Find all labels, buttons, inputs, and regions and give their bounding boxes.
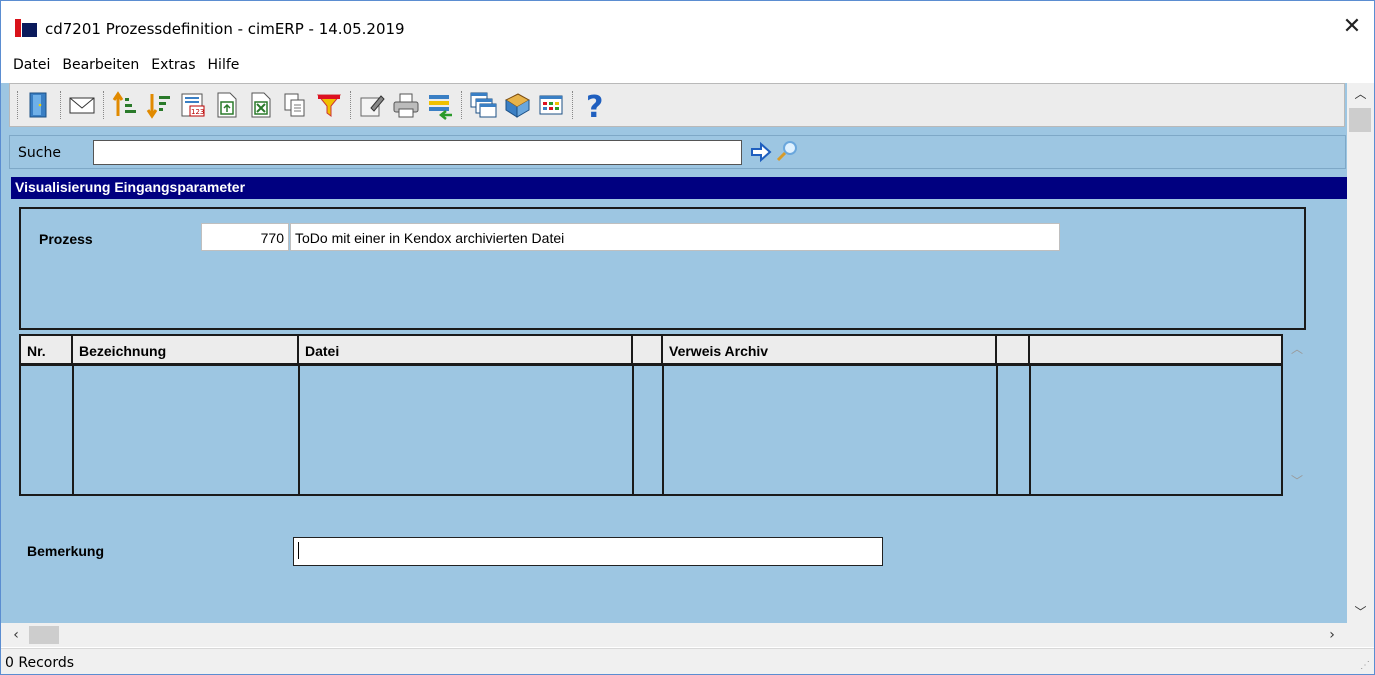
process-frame: Prozess 770 ToDo mit einer in Kendox arc… <box>19 207 1306 330</box>
column-blank-2[interactable] <box>997 336 1030 363</box>
search-input[interactable] <box>93 140 742 165</box>
scroll-up-icon[interactable]: ︿ <box>1347 83 1374 105</box>
remark-label: Bemerkung <box>27 543 105 559</box>
book-icon[interactable] <box>501 90 532 121</box>
process-label: Prozess <box>39 231 93 247</box>
envelope-icon[interactable] <box>66 90 97 121</box>
grid-view-icon[interactable] <box>535 90 566 121</box>
printer-icon[interactable] <box>390 90 421 121</box>
remark-input[interactable] <box>293 537 883 566</box>
scrollbar-corner <box>1347 623 1374 647</box>
horizontal-scrollbar[interactable]: ‹ › <box>1 623 1347 647</box>
sort-descending-icon[interactable] <box>143 90 174 121</box>
help-question-icon[interactable]: ? <box>578 90 609 121</box>
horizontal-scroll-thumb[interactable] <box>29 626 59 644</box>
menu-hilfe[interactable]: Hilfe <box>202 55 246 79</box>
toolbar-separator <box>350 91 353 119</box>
list-import-icon[interactable] <box>424 90 455 121</box>
title-bar: cd7201 Prozessdefinition - cimERP - 14.0… <box>1 1 1374 53</box>
app-logo-icon <box>15 19 37 37</box>
scroll-right-icon[interactable]: › <box>1321 623 1343 647</box>
grid-scrollbar[interactable]: ︿ ﹀ <box>1284 334 1310 496</box>
status-bar: 0 Records ⋰ <box>1 648 1374 674</box>
window-title: cd7201 Prozessdefinition - cimERP - 14.0… <box>45 20 405 38</box>
windows-cascade-icon[interactable] <box>467 90 498 121</box>
menu-datei[interactable]: Datei <box>1 55 56 79</box>
grid-column-divider <box>996 366 998 494</box>
exit-door-icon[interactable] <box>23 90 54 121</box>
menu-bar: Datei Bearbeiten Extras Hilfe <box>1 55 1374 79</box>
edit-form-icon[interactable] <box>356 90 387 121</box>
grid-column-divider <box>662 366 664 494</box>
excel-export-icon[interactable] <box>245 90 276 121</box>
grid-scroll-down-icon[interactable]: ﹀ <box>1286 470 1308 492</box>
resize-grip-icon[interactable]: ⋰ <box>1360 660 1372 672</box>
column-bezeichnung[interactable]: Bezeichnung <box>73 336 299 363</box>
column-verweis-archiv[interactable]: Verweis Archiv <box>663 336 997 363</box>
column-blank-1[interactable] <box>633 336 663 363</box>
menu-bearbeiten[interactable]: Bearbeiten <box>56 55 145 79</box>
column-datei[interactable]: Datei <box>299 336 633 363</box>
toolbar-separator <box>103 91 106 119</box>
toolbar-separator <box>60 91 63 119</box>
toolbar-grip[interactable] <box>17 91 20 119</box>
text-caret <box>298 542 299 560</box>
section-header: Visualisierung Eingangsparameter <box>11 177 1347 199</box>
sort-ascending-icon[interactable] <box>109 90 140 121</box>
process-id-field[interactable]: 770 <box>201 223 289 251</box>
grid-column-divider <box>72 366 74 494</box>
calendar-123-icon[interactable]: 123 <box>177 90 208 121</box>
record-count: 0 Records <box>5 655 75 671</box>
close-button[interactable]: ✕ <box>1338 13 1366 41</box>
filter-funnel-icon[interactable] <box>313 90 344 121</box>
export-document-icon[interactable] <box>211 90 242 121</box>
column-blank-3[interactable] <box>1030 336 1281 363</box>
grid-column-divider <box>298 366 300 494</box>
grid-column-divider <box>632 366 634 494</box>
svg-text:?: ? <box>586 90 603 120</box>
vertical-scroll-thumb[interactable] <box>1349 108 1371 132</box>
grid-header: Nr. Bezeichnung Datei Verweis Archiv <box>21 336 1281 366</box>
search-label: Suche <box>18 145 61 161</box>
grid-scroll-up-icon[interactable]: ︿ <box>1286 338 1308 360</box>
search-bar: Suche <box>9 135 1346 169</box>
main-area: 123 ? Suche Visualisierung Eingangsparam… <box>1 83 1347 623</box>
scroll-left-icon[interactable]: ‹ <box>5 623 27 647</box>
go-arrow-icon[interactable] <box>750 141 772 163</box>
svg-text:123: 123 <box>191 108 204 116</box>
parameter-grid: Nr. Bezeichnung Datei Verweis Archiv <box>19 334 1283 496</box>
process-description-field[interactable]: ToDo mit einer in Kendox archivierten Da… <box>290 223 1060 251</box>
toolbar-separator <box>572 91 575 119</box>
copy-documents-icon[interactable] <box>279 90 310 121</box>
scroll-down-icon[interactable]: ﹀ <box>1347 601 1374 623</box>
toolbar: 123 ? <box>9 83 1345 127</box>
toolbar-separator <box>461 91 464 119</box>
menu-extras[interactable]: Extras <box>145 55 201 79</box>
grid-column-divider <box>1029 366 1031 494</box>
column-nr[interactable]: Nr. <box>21 336 73 363</box>
app-window: cd7201 Prozessdefinition - cimERP - 14.0… <box>0 0 1375 675</box>
search-magnifier-icon[interactable] <box>775 139 799 163</box>
vertical-scrollbar[interactable]: ︿ ﹀ <box>1347 83 1374 623</box>
